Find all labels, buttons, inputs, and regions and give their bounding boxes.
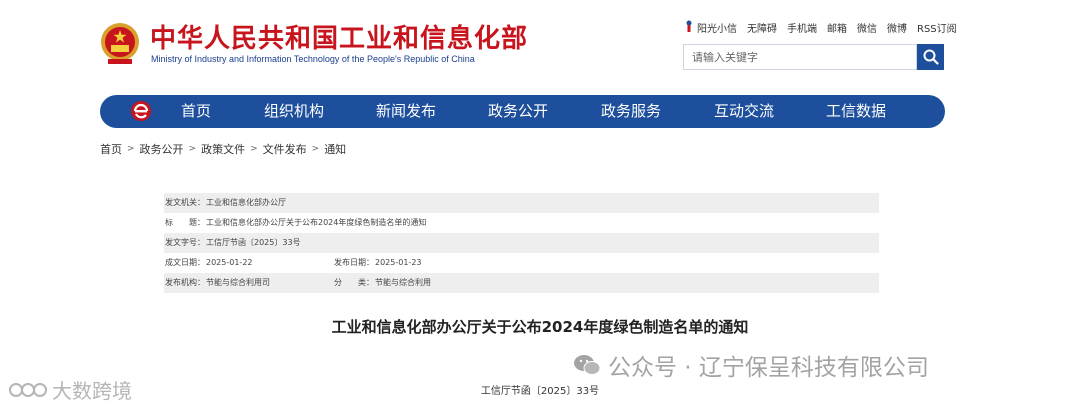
breadcrumb-item-release[interactable]: 文件发布 <box>263 141 307 157</box>
national-emblem-icon <box>98 21 142 67</box>
sunshine-icon <box>684 20 694 32</box>
breadcrumb-item-policy[interactable]: 政策文件 <box>201 141 245 157</box>
watermark-logo-icon <box>9 382 47 397</box>
watermark-left-text: 大数跨境 <box>52 379 132 403</box>
info-row-issuer: 发文机关： 工业和信息化部办公厅 <box>164 193 879 213</box>
info-row-dates: 成文日期： 2025-01-22 发布日期： 2025-01-23 <box>164 253 879 273</box>
info-row-title: 标 题： 工业和信息化部办公厅关于公布2024年度绿色制造名单的通知 <box>164 213 879 233</box>
search-box <box>683 44 917 70</box>
date-value: 2025-01-22 <box>206 258 253 267</box>
category-value: 节能与综合利用 <box>375 278 431 287</box>
article-doc-number: 工信厅节函〔2025〕33号 <box>480 386 600 397</box>
doc-number-value: 工信厅节函〔2025〕33号 <box>206 238 301 247</box>
title-value: 工业和信息化部办公厅关于公布2024年度绿色制造名单的通知 <box>206 218 427 227</box>
doc-number-label: 发文字号： <box>165 238 205 247</box>
nav-data[interactable]: 工信数据 <box>826 95 886 128</box>
info-row-doc-number: 发文字号： 工信厅节函〔2025〕33号 <box>164 233 879 253</box>
publish-date-value: 2025-01-23 <box>375 258 422 267</box>
issuer-label: 发文机关： <box>165 198 205 207</box>
top-link-sunshine[interactable]: 阳光小信 <box>684 20 737 35</box>
top-link-wechat[interactable]: 微信 <box>857 20 877 35</box>
breadcrumb-item-gov[interactable]: 政务公开 <box>140 141 184 157</box>
nav-home[interactable]: 首页 <box>181 95 211 128</box>
watermark-right-text: 公众号 · 辽宁保呈科技有限公司 <box>608 355 929 381</box>
breadcrumb-separator: > <box>250 144 258 154</box>
top-link-rss[interactable]: RSS订阅 <box>917 20 957 35</box>
top-link-label: 阳光小信 <box>697 24 737 35</box>
category-label: 分 类： <box>334 278 374 287</box>
breadcrumb-separator: > <box>311 144 320 154</box>
publish-date-label: 发布日期： <box>334 258 374 267</box>
top-links: 阳光小信 无障碍 手机端 邮箱 微信 微博 RSS订阅 <box>684 20 957 35</box>
nav-news[interactable]: 新闻发布 <box>376 95 436 128</box>
wechat-icon <box>574 355 601 375</box>
top-link-mail[interactable]: 邮箱 <box>827 20 847 35</box>
site-title: 中华人民共和国工业和信息化部 <box>150 24 529 54</box>
miit-logo-icon[interactable] <box>130 100 152 122</box>
breadcrumb-separator: > <box>188 144 197 154</box>
search-input[interactable] <box>684 45 916 69</box>
breadcrumb-separator: > <box>127 144 135 154</box>
org-label: 发布机构： <box>165 278 205 287</box>
title-label: 标 题： <box>165 218 205 227</box>
top-link-weibo[interactable]: 微博 <box>887 20 907 35</box>
breadcrumb: 首页 > 政务公开 > 政策文件 > 文件发布 > 通知 <box>100 141 346 157</box>
nav-government-affairs[interactable]: 政务公开 <box>488 95 548 128</box>
nav-organization[interactable]: 组织机构 <box>264 95 324 128</box>
issuer-value: 工业和信息化部办公厅 <box>206 198 286 207</box>
nav-services[interactable]: 政务服务 <box>601 95 661 128</box>
date-label: 成文日期： <box>165 258 205 267</box>
breadcrumb-item-notice[interactable]: 通知 <box>324 141 346 157</box>
search-button[interactable] <box>917 44 944 70</box>
org-value: 节能与综合利用司 <box>206 278 270 287</box>
article-title: 工业和信息化部办公厅关于公布2024年度绿色制造名单的通知 <box>331 318 749 336</box>
top-link-mobile[interactable]: 手机端 <box>787 20 817 35</box>
nav-interaction[interactable]: 互动交流 <box>714 95 774 128</box>
site-subtitle: Ministry of Industry and Information Tec… <box>151 54 475 64</box>
breadcrumb-item-home[interactable]: 首页 <box>100 141 122 157</box>
watermark-right: 公众号 · 辽宁保呈科技有限公司 <box>572 348 929 382</box>
top-link-accessibility[interactable]: 无障碍 <box>747 20 777 35</box>
info-row-org: 发布机构： 节能与综合利用司 分 类： 节能与综合利用 <box>164 273 879 293</box>
search-icon <box>923 49 939 65</box>
watermark-left: 大数跨境 <box>8 375 132 404</box>
